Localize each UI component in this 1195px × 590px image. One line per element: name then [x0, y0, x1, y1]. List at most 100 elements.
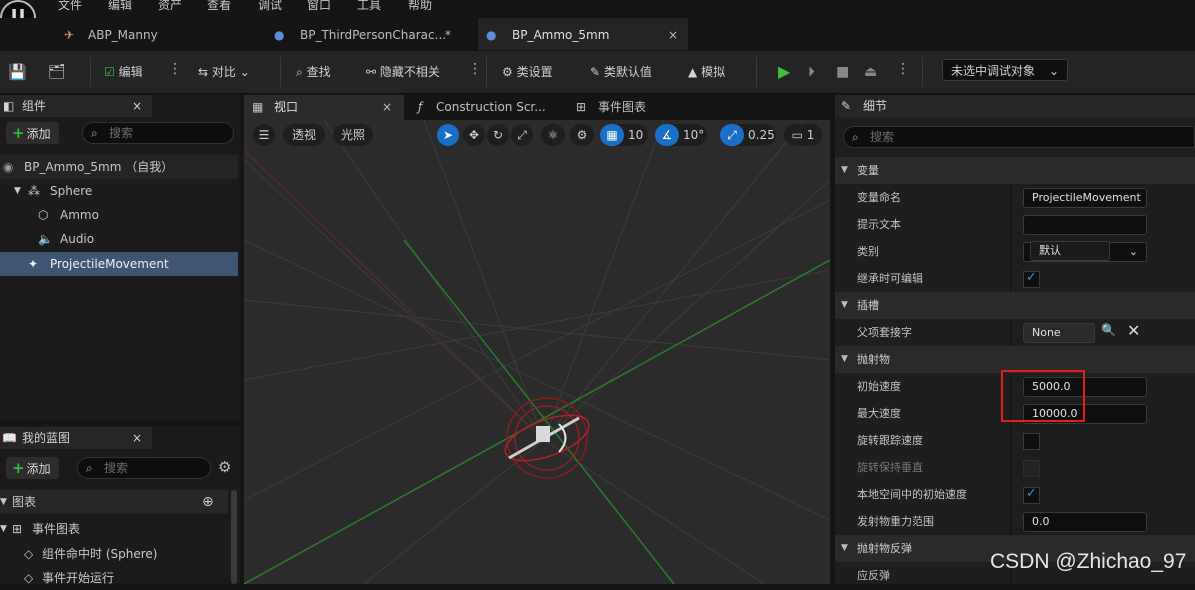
caret-down-icon: ▼ — [841, 165, 848, 175]
gear-icon[interactable]: ⚙ — [218, 458, 231, 476]
translate-tool-icon[interactable]: ✥ — [463, 124, 485, 146]
grid-snap-toggle[interactable]: ▦ 10 — [600, 124, 648, 146]
actor-icon: ◉ — [3, 160, 14, 174]
scale-snap-toggle[interactable]: ⤢ 0.25 — [720, 124, 776, 146]
event-graph-item[interactable]: ▼ ⊞ 事件图表 — [0, 517, 228, 541]
close-tab-icon[interactable]: × — [668, 18, 678, 52]
rotation-snap-toggle[interactable]: ∡ 10° — [655, 124, 707, 146]
compile-options-icon[interactable]: ⋮ — [168, 61, 182, 77]
tab-construction-script[interactable]: ƒ Construction Scr... — [414, 95, 564, 120]
sphere-icon: ⁂ — [28, 184, 40, 198]
menu-tools[interactable]: 工具 — [357, 0, 381, 13]
close-icon[interactable]: × — [382, 95, 392, 119]
event-icon: ◇ — [24, 571, 34, 585]
details-search-input[interactable]: ⌕ 搜索 — [843, 126, 1195, 148]
add-graph-icon[interactable]: ⊕ — [202, 490, 214, 514]
function-icon: ƒ — [418, 100, 423, 114]
my-blueprint-search-input[interactable]: ⌕ 搜索 — [77, 457, 211, 479]
section-projectile[interactable]: ▼ 抛射物 — [835, 346, 1195, 373]
tab-bp-ammo[interactable]: ● BP_Ammo_5mm × — [478, 18, 688, 50]
tree-item-sphere[interactable]: ▼ ⁂ Sphere — [0, 179, 238, 203]
play-options-icon[interactable]: ⋮ — [896, 61, 910, 77]
variable-name-input[interactable]: ProjectileMovement — [1023, 188, 1147, 208]
section-variable[interactable]: ▼ 变量 — [835, 157, 1195, 184]
browse-socket-icon[interactable]: 🔍 — [1101, 323, 1116, 337]
diff-button[interactable]: ⇆ 对比 ⌄ — [198, 62, 250, 82]
editable-checkbox[interactable] — [1023, 270, 1040, 288]
tab-abp-manny[interactable]: ✈ ABP_Manny — [60, 18, 260, 50]
viewport-grid — [244, 120, 830, 584]
gravity-scale-input[interactable]: 0.0 — [1023, 512, 1147, 532]
event-item-hit[interactable]: ◇ 组件命中时 (Sphere) — [0, 542, 228, 566]
debug-object-select[interactable]: 未选中调试对象 ⌄ — [942, 59, 1068, 81]
tree-item-ammo[interactable]: ⬡ Ammo — [0, 203, 238, 227]
clear-icon[interactable]: ✕ — [1127, 321, 1140, 340]
event-item-beginplay[interactable]: ◇ 事件开始运行 — [0, 566, 228, 590]
browse-icon[interactable]: 🗂 — [48, 62, 66, 82]
menu-view[interactable]: 查看 — [207, 0, 231, 13]
eject-icon[interactable]: ⏏ — [864, 62, 877, 82]
pencil-icon: ✎ — [590, 65, 601, 79]
watermark: CSDN @Zhichao_97 — [990, 550, 1187, 573]
tooltip-input[interactable] — [1023, 215, 1147, 235]
close-icon[interactable]: × — [132, 95, 142, 117]
tree-item-root[interactable]: ◉ BP_Ammo_5mm （自我） — [0, 155, 238, 179]
menu-help[interactable]: 帮助 — [408, 0, 432, 13]
close-icon[interactable]: × — [132, 427, 142, 449]
rotation-follows-velocity-checkbox[interactable] — [1023, 433, 1040, 450]
compile-button[interactable]: ☑ 编辑 — [104, 62, 143, 82]
z-axis-line — [403, 239, 675, 584]
character-icon: ● — [274, 28, 285, 42]
caret-down-icon: ▼ — [841, 543, 848, 553]
menu-bar: 文件 编辑 资产 查看 调试 窗口 工具 帮助 — [0, 0, 1195, 14]
search-icon: ⌕ — [86, 461, 93, 475]
row-gravity-scale: 发射物重力范围 0.0 — [835, 508, 1195, 535]
graph-icon: ⊞ — [12, 522, 23, 536]
tab-viewport[interactable]: ▦ 视口 × — [244, 95, 404, 120]
menu-debug[interactable]: 调试 — [258, 0, 282, 13]
graph-icon: ⊞ — [576, 100, 587, 114]
rotate-tool-icon[interactable]: ↻ — [487, 124, 509, 146]
initial-velocity-local-checkbox[interactable] — [1023, 486, 1040, 504]
add-member-button[interactable]: + 添加 — [6, 457, 59, 479]
viewport-options-icon[interactable]: ☰ — [253, 124, 275, 146]
surface-snap-icon[interactable]: ⚙ — [570, 124, 594, 146]
camera-speed-button[interactable]: ▭ 1 — [784, 124, 822, 146]
world-local-icon[interactable]: ⚛ — [541, 124, 565, 146]
class-settings-button[interactable]: ⚙ 类设置 — [502, 62, 553, 82]
scrollbar[interactable] — [231, 490, 237, 584]
play-icon[interactable]: ▶ — [778, 62, 790, 82]
components-search-input[interactable]: ⌕ 搜索 — [82, 122, 234, 144]
scale-tool-icon[interactable]: ⤢ — [511, 124, 533, 146]
save-icon[interactable]: 💾 — [8, 62, 27, 82]
menu-edit[interactable]: 编辑 — [108, 0, 132, 13]
tree-item-projectile-movement[interactable]: ✦ ProjectileMovement — [0, 252, 238, 276]
tab-event-graph[interactable]: ⊞ 事件图表 — [576, 95, 676, 120]
select-tool-icon[interactable]: ➤ — [437, 124, 459, 146]
viewport-canvas[interactable] — [244, 120, 830, 584]
caret-down-icon: ▼ — [0, 524, 7, 534]
parent-socket-value[interactable]: None — [1023, 323, 1095, 343]
perspective-button[interactable]: 透视 — [283, 124, 325, 146]
graphs-section[interactable]: ▼ 图表 ⊕ — [0, 490, 228, 514]
menu-window[interactable]: 窗口 — [307, 0, 331, 13]
add-component-button[interactable]: + 添加 — [6, 122, 59, 144]
step-icon[interactable]: ⏵ — [808, 62, 815, 82]
diff-icon: ⇆ — [198, 65, 209, 79]
menu-file[interactable]: 文件 — [58, 0, 82, 13]
find-button[interactable]: ⌕ 查找 — [296, 62, 331, 82]
menu-asset[interactable]: 资产 — [158, 0, 182, 13]
section-sockets[interactable]: ▼ 插槽 — [835, 292, 1195, 319]
tree-item-audio[interactable]: 🔈 Audio — [0, 227, 238, 251]
details-header: ✎ 细节 — [835, 95, 1195, 117]
asset-tab-bar: ✈ ABP_Manny ● BP_ThirdPersonCharac... * … — [0, 18, 1195, 50]
row-variable-name: 变量命名 ProjectileMovement — [835, 184, 1195, 211]
lit-button[interactable]: 光照 — [333, 124, 373, 146]
simulate-button[interactable]: ▲ 模拟 — [688, 62, 725, 82]
hide-unrelated-button[interactable]: ⚯ 隐藏不相关 — [366, 62, 440, 82]
stop-icon[interactable]: ■ — [836, 62, 849, 82]
class-defaults-button[interactable]: ✎ 类默认值 — [590, 62, 652, 82]
category-select[interactable]: 默认 ⌄ — [1023, 241, 1147, 262]
find-options-icon[interactable]: ⋮ — [468, 61, 482, 77]
tab-bp-thirdperson[interactable]: ● BP_ThirdPersonCharac... * — [268, 18, 473, 50]
